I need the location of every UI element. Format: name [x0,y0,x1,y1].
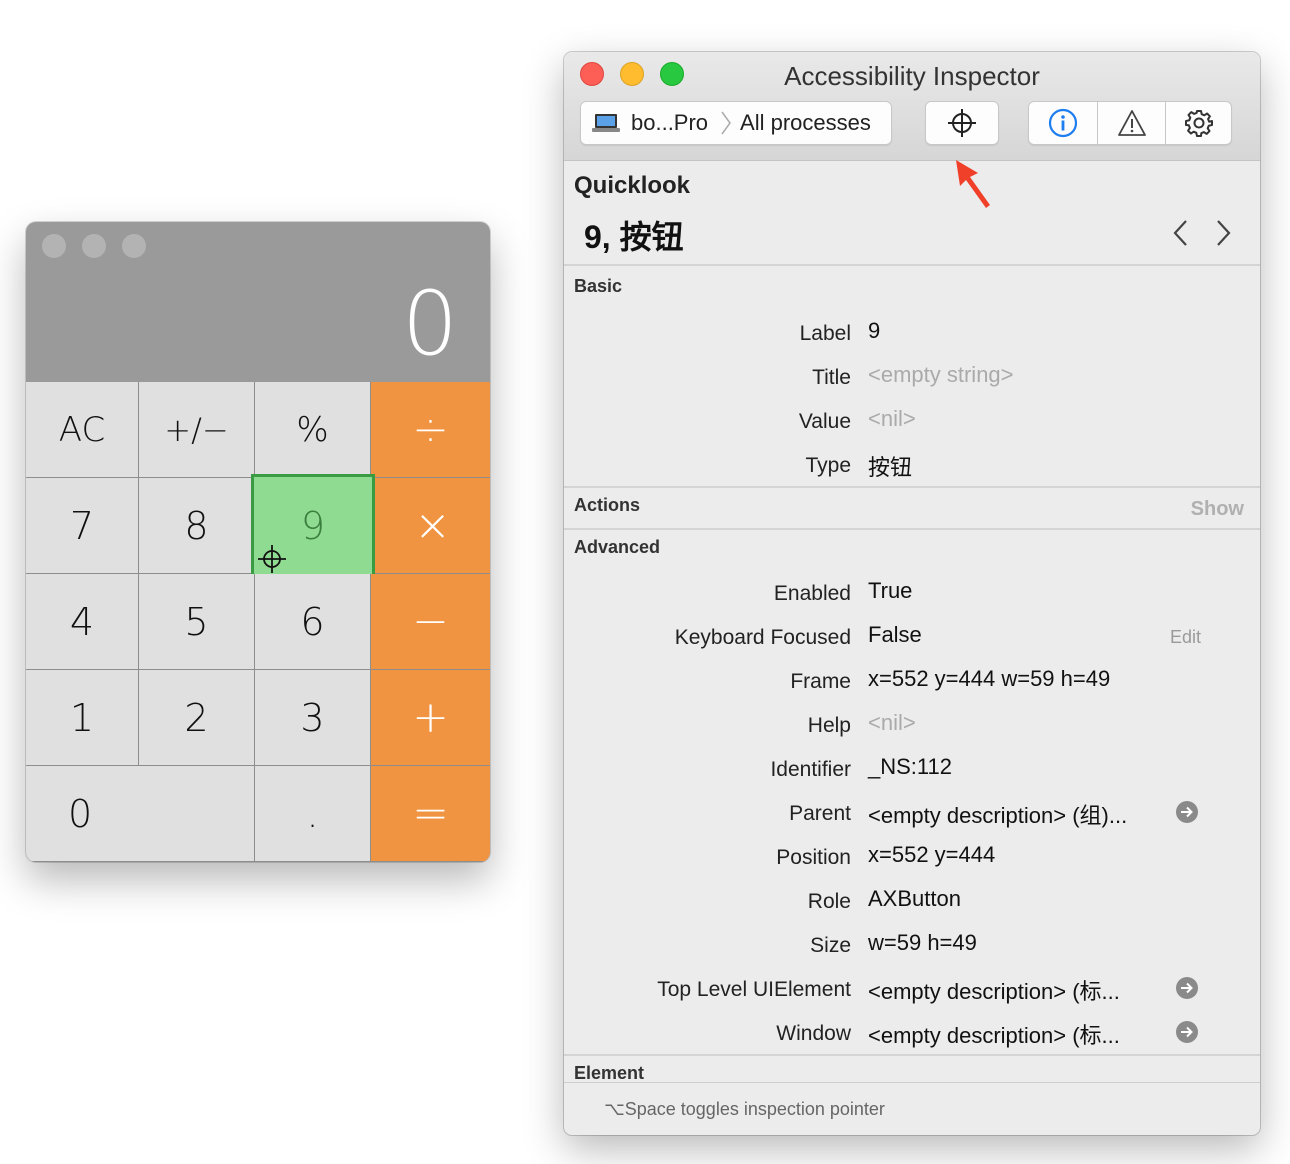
position-value: x=552 y=444 [868,842,996,867]
target-process: All processes [740,110,871,135]
subtract-key[interactable]: − [371,574,490,670]
divider [564,264,1260,266]
position-label: Position [776,846,851,869]
minimize-dot-inactive[interactable] [82,234,106,258]
key-0[interactable]: 0 [26,766,255,862]
settings-tab-button[interactable] [1165,102,1231,144]
top-level-element-label: Top Level UIElement [657,978,851,1001]
inspector-mode-segmented [1028,101,1232,145]
key-3[interactable]: 3 [255,670,371,766]
footer-hint: ⌥Space toggles inspection pointer [604,1099,885,1119]
actions-show-button[interactable]: Show [1191,498,1244,521]
calculator-window: 0 AC +/− % ÷ 7 8 9 × 4 5 6 − 1 2 3 + 0 .… [26,222,490,862]
role-value: AXButton [868,886,961,911]
window-value: <empty description> (标... [868,1023,1120,1048]
basic-title-label: Title [812,366,851,389]
parent-value: <empty description> (组)... [868,803,1128,828]
target-chooser[interactable]: bo...Pro All processes [580,101,892,145]
key-6[interactable]: 6 [255,574,371,670]
divider [564,528,1260,530]
edit-button[interactable]: Edit [1170,627,1201,648]
warning-icon [1117,110,1146,136]
clear-key[interactable]: AC [26,382,139,478]
titlebar: Accessibility Inspector bo...Pro All pro… [564,52,1260,161]
key-1[interactable]: 1 [26,670,139,766]
actions-section-heading: Actions [574,495,641,515]
basic-value-value: <nil> [868,406,916,431]
quicklook-value: 9, 按钮 [584,219,684,255]
advanced-section-heading: Advanced [574,537,661,557]
inspection-pointer-button[interactable] [925,101,999,145]
parent-label: Parent [789,802,851,825]
chevron-left-icon[interactable] [1170,218,1192,248]
add-key[interactable]: + [371,670,490,766]
basic-section-heading: Basic [574,276,623,296]
close-dot-inactive[interactable] [42,234,66,258]
navigate-arrow-icon[interactable] [1176,977,1198,999]
inspection-pointer-icon [258,545,286,573]
inspector-tab-button[interactable] [1029,102,1097,144]
equals-key[interactable]: = [371,766,490,862]
chevron-right-icon[interactable] [1212,218,1234,248]
basic-label-value: 9 [868,318,881,343]
keypad: AC +/− % ÷ 7 8 9 × 4 5 6 − 1 2 3 + 0 . = [26,382,490,862]
help-label: Help [807,714,851,737]
basic-label-label: Label [799,322,851,345]
size-label: Size [810,934,851,957]
laptop-icon [592,114,620,132]
red-arrow-annotation [956,160,990,208]
percent-key[interactable]: % [255,382,371,478]
divider [564,486,1260,488]
key-8[interactable]: 8 [139,478,255,574]
basic-value-label: Value [798,410,851,433]
divider [564,1054,1260,1056]
keyboard-focused-label: Keyboard Focused [674,626,851,649]
crosshair-icon [948,109,976,137]
multiply-key[interactable]: × [375,478,490,574]
basic-title-value: <empty string> [868,362,1014,387]
key-5[interactable]: 5 [139,574,255,670]
target-device: bo...Pro [631,110,709,135]
window-label: Window [776,1022,851,1045]
identifier-label: Identifier [770,758,851,781]
enabled-value: True [868,578,913,603]
basic-type-label: Type [805,454,851,477]
key-7[interactable]: 7 [26,478,139,574]
quicklook-heading: Quicklook [574,172,691,199]
navigate-arrow-icon[interactable] [1176,1021,1198,1043]
inspector-window: Accessibility Inspector bo...Pro All pro… [564,52,1260,1135]
key-4[interactable]: 4 [26,574,139,670]
enabled-label: Enabled [773,582,851,605]
size-value: w=59 h=49 [868,930,977,955]
info-icon [1048,108,1078,138]
sign-toggle-key[interactable]: +/− [139,382,255,478]
keyboard-focused-value: False [868,622,922,647]
element-section-heading: Element [574,1063,645,1083]
calculator-display: 0 [402,272,458,375]
frame-value: x=552 y=444 w=59 h=49 [868,666,1111,691]
help-value: <nil> [868,710,916,735]
key-2[interactable]: 2 [139,670,255,766]
basic-type-value: 按钮 [868,455,913,480]
identifier-value: _NS:112 [868,754,952,779]
breadcrumb-chevron-icon [721,111,731,135]
decimal-key[interactable]: . [255,766,371,862]
divider [564,1082,1260,1083]
audit-tab-button[interactable] [1097,102,1165,144]
gear-icon [1184,110,1213,137]
top-level-element-value: <empty description> (标... [868,979,1120,1004]
frame-label: Frame [790,670,851,693]
zoom-dot-inactive[interactable] [122,234,146,258]
divide-key[interactable]: ÷ [371,382,490,478]
navigate-arrow-icon[interactable] [1176,801,1198,823]
role-label: Role [807,890,851,913]
window-title: Accessibility Inspector [784,61,1040,91]
